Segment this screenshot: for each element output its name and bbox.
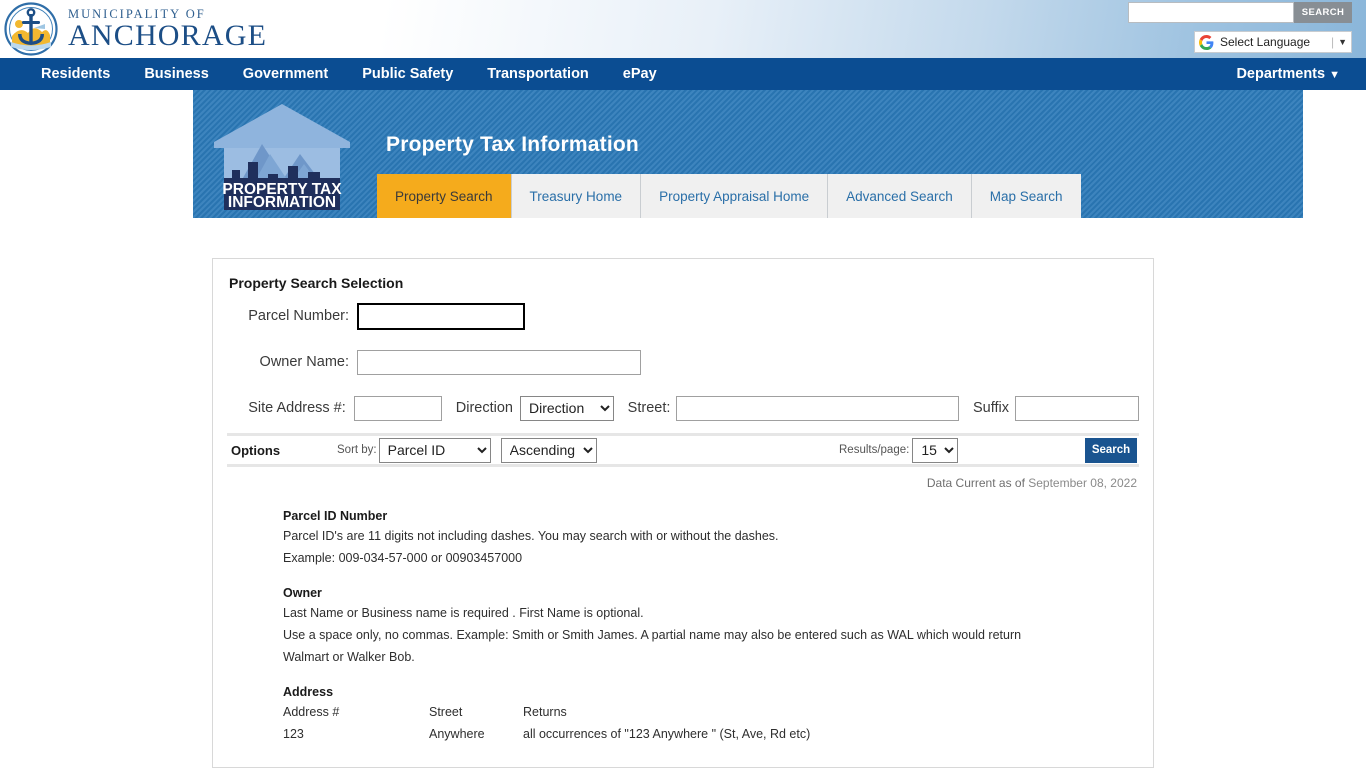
panel-title: Property Search Selection <box>229 275 404 291</box>
nav-item-business[interactable]: Business <box>127 66 225 82</box>
sort-by-label: Sort by: <box>337 444 377 456</box>
cell-street: Anywhere <box>429 727 485 741</box>
column-header-address-number: Address # <box>283 705 340 719</box>
property-search-panel: Property Search Selection Parcel Number:… <box>212 258 1154 768</box>
results-per-page-label: Results/page: <box>839 444 910 456</box>
options-bar: Options Sort by: Parcel ID Ascending Res… <box>227 433 1139 467</box>
logo-line-2: ANCHORAGE <box>68 18 268 52</box>
house-mountain-logo-icon: PROPERTY TAX INFORMATION <box>214 104 350 211</box>
tab-property-appraisal-home[interactable]: Property Appraisal Home <box>640 174 828 218</box>
language-selector[interactable]: Select Language | ▼ <box>1194 31 1352 53</box>
cell-returns: all occurrences of "123 Anywhere " (St, … <box>523 727 811 741</box>
help-owner-line-2: Use a space only, no commas. Example: Sm… <box>283 628 1022 642</box>
help-heading-address: Address <box>283 685 334 699</box>
site-address-row: Site Address #: Direction Direction Stre… <box>227 389 1139 427</box>
tab-map-search[interactable]: Map Search <box>970 174 1081 218</box>
help-heading-parcel: Parcel ID Number <box>283 509 388 523</box>
address-example-table: Address # Street Returns 123 Anywhere al… <box>283 702 810 746</box>
nav-item-departments[interactable]: Departments ▼ <box>1236 66 1340 82</box>
parcel-number-input[interactable] <box>357 302 525 330</box>
page-title: Property Tax Information <box>386 133 639 156</box>
header-search: SEARCH <box>1128 2 1352 23</box>
sort-by-select[interactable]: Parcel ID <box>378 437 491 463</box>
column-header-returns: Returns <box>523 705 567 719</box>
tab-advanced-search[interactable]: Advanced Search <box>827 174 971 218</box>
main-content: Property Search Selection Parcel Number:… <box>0 218 1366 768</box>
street-input[interactable] <box>676 395 959 421</box>
owner-name-row: Owner Name: <box>227 335 1139 389</box>
column-header-street: Street <box>429 705 463 719</box>
site-logo[interactable]: MUNICIPALITY OF ANCHORAGE <box>4 2 267 56</box>
site-header: MUNICIPALITY OF ANCHORAGE SEARCH Select … <box>0 0 1366 58</box>
nav-item-government[interactable]: Government <box>226 66 345 82</box>
nav-item-residents[interactable]: Residents <box>24 66 127 82</box>
nav-item-public-safety[interactable]: Public Safety <box>345 66 470 82</box>
nav-item-list: Residents Business Government Public Saf… <box>24 66 674 82</box>
help-parcel-line-1: Parcel ID's are 11 digits not including … <box>283 529 779 543</box>
help-block-parcel: Parcel ID Number Parcel ID's are 11 digi… <box>283 509 1139 568</box>
chevron-down-icon[interactable]: ▼ <box>1338 37 1347 47</box>
page-banner: PROPERTY TAX INFORMATION Property Tax In… <box>193 90 1303 218</box>
help-heading-owner: Owner <box>283 586 322 600</box>
cell-address-number: 123 <box>283 727 304 741</box>
help-block-address: Address Address # Street Returns 123 Any… <box>283 685 1139 746</box>
data-current-date: September 08, 2022 <box>1028 476 1137 490</box>
suffix-input[interactable] <box>1015 395 1139 421</box>
svg-text:INFORMATION: INFORMATION <box>228 194 336 211</box>
direction-select[interactable]: Direction <box>520 395 614 421</box>
results-per-page-select[interactable]: 15 <box>912 437 959 463</box>
tab-property-search[interactable]: Property Search <box>377 174 511 218</box>
site-address-input[interactable] <box>353 395 442 421</box>
moa-seal-icon <box>4 2 58 56</box>
language-label: Select Language <box>1220 35 1311 49</box>
direction-label: Direction <box>455 400 513 416</box>
site-address-label: Site Address #: <box>248 400 346 416</box>
help-owner-line-3: Walmart or Walker Bob. <box>283 650 415 664</box>
tab-bar: Property Search Treasury Home Property A… <box>377 174 1081 218</box>
parcel-number-row: Parcel Number: <box>227 297 1139 335</box>
nav-item-epay[interactable]: ePay <box>606 66 674 82</box>
search-submit-button[interactable]: Search <box>1085 437 1137 463</box>
language-separator: | <box>1330 35 1335 49</box>
chevron-down-icon: ▼ <box>1329 69 1340 81</box>
departments-label: Departments <box>1236 66 1326 82</box>
owner-name-input[interactable] <box>357 349 641 375</box>
street-label: Street: <box>627 400 671 416</box>
help-block-owner: Owner Last Name or Business name is requ… <box>283 586 1139 667</box>
google-g-icon <box>1199 34 1214 50</box>
search-button[interactable]: SEARCH <box>1294 2 1352 23</box>
search-input[interactable] <box>1128 2 1294 23</box>
owner-name-label: Owner Name: <box>259 354 349 370</box>
results-per-page-group: Results/page: 15 <box>839 437 959 463</box>
data-current-status: Data Current as of September 08, 2022 <box>227 467 1139 490</box>
table-header-row: Address # Street Returns <box>283 702 810 724</box>
options-title: Options <box>231 442 281 458</box>
suffix-label: Suffix <box>972 400 1009 416</box>
main-navigation: Residents Business Government Public Saf… <box>0 58 1366 90</box>
parcel-number-label: Parcel Number: <box>248 308 349 324</box>
tab-treasury-home[interactable]: Treasury Home <box>510 174 641 218</box>
sort-order-select[interactable]: Ascending <box>500 437 597 463</box>
help-section: Parcel ID Number Parcel ID's are 11 digi… <box>227 490 1139 746</box>
nav-item-transportation[interactable]: Transportation <box>470 66 606 82</box>
table-row: 123 Anywhere all occurrences of "123 Any… <box>283 724 810 746</box>
help-owner-line-1: Last Name or Business name is required .… <box>283 606 644 620</box>
help-parcel-line-2: Example: 009-034-57-000 or 00903457000 <box>283 551 523 565</box>
data-current-prefix: Data Current as of <box>926 476 1029 490</box>
